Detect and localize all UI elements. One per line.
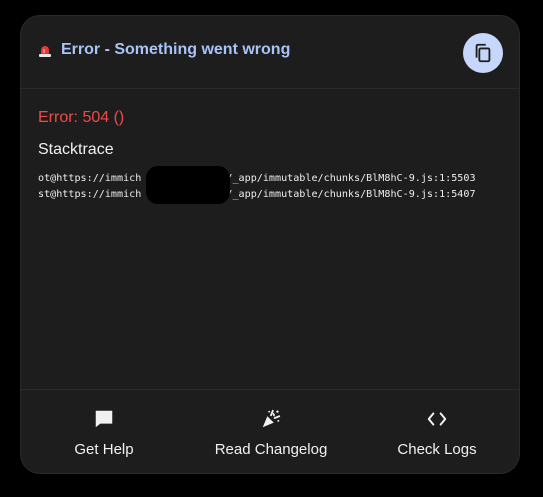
read-changelog-label: Read Changelog [214, 441, 328, 458]
party-popper-icon [262, 409, 281, 428]
stacktrace-text: ot@https://immich /_app/immutable/chunks… [38, 171, 476, 203]
chat-icon [95, 410, 113, 428]
check-logs-button[interactable]: Check Logs [377, 390, 497, 473]
redaction-block [146, 166, 230, 204]
get-help-button[interactable]: Get Help [41, 390, 167, 473]
card-footer: Get Help Read Changelog Check Logs [21, 389, 519, 473]
code-icon [427, 412, 447, 426]
check-logs-label: Check Logs [397, 441, 477, 458]
copy-button[interactable] [463, 33, 503, 73]
error-card: Error - Something went wrong Error: 504 … [20, 15, 520, 474]
read-changelog-button[interactable]: Read Changelog [201, 390, 341, 473]
get-help-label: Get Help [74, 441, 134, 458]
stacktrace-line: st@https://immich /_app/immutable/chunks… [38, 189, 476, 200]
error-message: Error: 504 () [38, 109, 125, 126]
siren-icon [39, 46, 51, 57]
error-details: Error: 504 () Stacktrace ot@https://immi… [21, 89, 519, 389]
card-header: Error - Something went wrong [21, 16, 519, 89]
page-title: Error - Something went wrong [61, 41, 291, 58]
stacktrace-line: ot@https://immich /_app/immutable/chunks… [38, 173, 476, 184]
stacktrace-heading: Stacktrace [38, 141, 114, 158]
copy-icon [475, 43, 491, 63]
